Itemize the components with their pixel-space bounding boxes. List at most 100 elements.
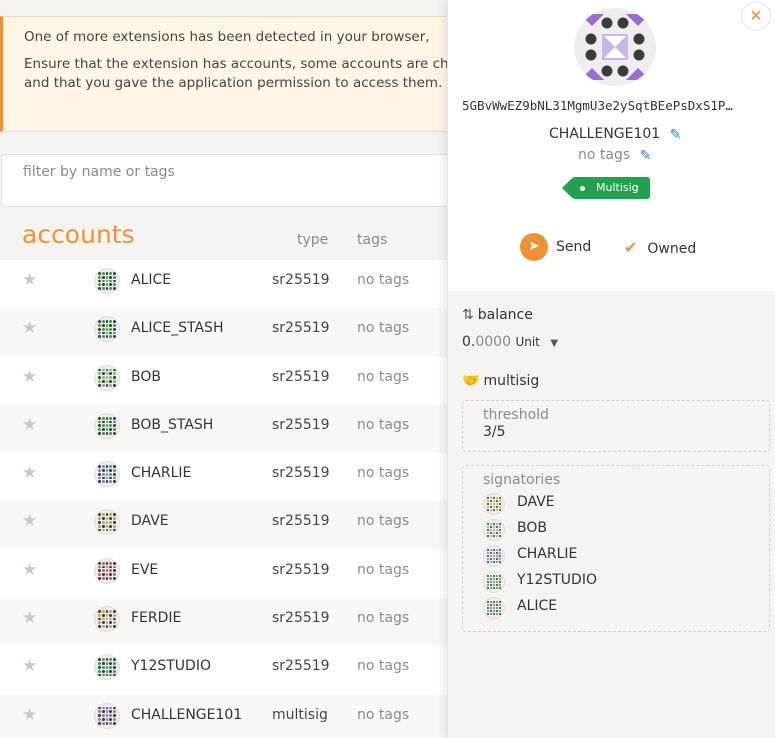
- account-identicon[interactable]: [94, 412, 120, 439]
- multisig-tag-label: Multisig: [596, 181, 639, 194]
- signatory-name: ALICE: [517, 598, 558, 614]
- account-name[interactable]: EVE: [131, 562, 158, 578]
- edit-icon[interactable]: ✎: [640, 148, 655, 164]
- account-name[interactable]: DAVE: [131, 513, 169, 529]
- banner-line1: One of more extensions has been detected…: [24, 29, 430, 45]
- table-row[interactable]: ★ CHALLENGE101 multisig no tags: [0, 694, 460, 738]
- star-icon[interactable]: ★: [22, 465, 38, 482]
- signatory-item[interactable]: ALICE: [483, 595, 769, 621]
- signatory-item[interactable]: CHARLIE: [483, 543, 769, 569]
- table-header: accounts type tags: [0, 220, 460, 260]
- table-row[interactable]: ★ DAVE sr25519 no tags: [0, 501, 460, 550]
- account-name[interactable]: CHALLENGE101: [131, 707, 242, 723]
- account-name[interactable]: ALICE_STASH: [131, 320, 223, 336]
- send-button[interactable]: ➤ Send: [520, 233, 591, 261]
- account-type: sr25519: [272, 610, 330, 627]
- close-button[interactable]: ✕: [741, 1, 771, 31]
- signatory-identicon[interactable]: [483, 493, 505, 515]
- filter-input[interactable]: filter by name or tags: [1, 154, 460, 207]
- account-name[interactable]: CHARLIE: [131, 465, 191, 481]
- send-label: Send: [556, 239, 592, 255]
- star-icon[interactable]: ★: [22, 561, 38, 578]
- edit-icon[interactable]: ✎: [670, 127, 685, 143]
- table-row[interactable]: ★ EVE sr25519 no tags: [0, 549, 460, 599]
- table-row[interactable]: ★ FERDIE sr25519 no tags: [0, 598, 460, 647]
- account-identicon[interactable]: [94, 557, 120, 584]
- account-tags: no tags: [357, 706, 410, 723]
- account-tags: no tags: [357, 368, 410, 385]
- table-row[interactable]: ★ CHARLIE sr25519 no tags: [0, 453, 460, 502]
- caret-down-icon[interactable]: ▼: [550, 338, 558, 349]
- account-type: sr25519: [272, 272, 330, 288]
- star-icon[interactable]: ★: [22, 658, 38, 675]
- signatory-identicon[interactable]: [483, 571, 505, 593]
- accounts-table: accounts type tags ★ ALICE sr25519 no tags ★…: [0, 220, 460, 738]
- signatory-name: DAVE: [517, 494, 555, 510]
- account-type: sr25519: [272, 658, 330, 675]
- star-icon[interactable]: ★: [22, 706, 38, 723]
- star-icon[interactable]: ★: [22, 513, 38, 530]
- owned-toggle[interactable]: ✔ Owned: [624, 238, 696, 257]
- paper-plane-icon: ➤: [520, 233, 548, 261]
- filter-placeholder: filter by name or tags: [23, 164, 175, 180]
- sidebar-header: ✕ 5GBvWwEZ9bNL31MgmU3e2ySqtBEePsDxS1P… C…: [448, 0, 775, 291]
- sort-amount-icon: ⇅: [462, 307, 474, 323]
- account-identicon[interactable]: [94, 364, 120, 391]
- account-identicon[interactable]: [94, 268, 120, 294]
- account-identicon[interactable]: [94, 606, 120, 633]
- account-identicon[interactable]: [94, 654, 120, 681]
- account-name[interactable]: BOB: [131, 369, 161, 385]
- account-name[interactable]: ALICE: [131, 272, 171, 288]
- account-identicon[interactable]: [94, 509, 120, 536]
- signatory-item[interactable]: BOB: [483, 517, 769, 543]
- column-header-type: type: [297, 232, 329, 248]
- account-identicon[interactable]: [94, 316, 120, 343]
- account-name[interactable]: FERDIE: [131, 610, 181, 626]
- table-row[interactable]: ★ BOB_STASH sr25519 no tags: [0, 404, 460, 454]
- tag-dot-icon: [580, 186, 585, 191]
- signatory-item[interactable]: DAVE: [483, 491, 769, 517]
- multisig-header: 🤝 multisig: [462, 373, 539, 389]
- account-type: sr25519: [272, 368, 330, 385]
- account-identicon[interactable]: [574, 8, 656, 86]
- star-icon[interactable]: ★: [22, 416, 38, 433]
- table-row[interactable]: ★ ALICE sr25519 no tags: [0, 260, 460, 309]
- star-icon[interactable]: ★: [22, 320, 38, 337]
- handshake-icon: 🤝: [462, 373, 480, 389]
- owned-label: Owned: [647, 241, 697, 257]
- signatory-identicon[interactable]: [483, 519, 505, 541]
- account-type: sr25519: [272, 465, 330, 482]
- threshold-box: threshold 3/5: [462, 400, 770, 452]
- balance-header-label: balance: [477, 307, 533, 323]
- account-identicon[interactable]: [94, 461, 120, 488]
- account-tags: no tags: [357, 658, 410, 675]
- accounts-title: accounts: [22, 220, 135, 249]
- account-type: sr25519: [272, 416, 330, 433]
- table-row[interactable]: ★ Y12STUDIO sr25519 no tags: [0, 646, 460, 695]
- signatory-identicon[interactable]: [483, 545, 505, 567]
- account-address[interactable]: 5GBvWwEZ9bNL31MgmU3e2ySqtBEePsDxS1P…: [462, 98, 772, 113]
- account-type: sr25519: [272, 320, 330, 337]
- star-icon[interactable]: ★: [22, 610, 38, 627]
- table-row[interactable]: ★ ALICE_STASH sr25519 no tags: [0, 308, 460, 357]
- star-icon[interactable]: ★: [22, 272, 38, 289]
- close-icon: ✕: [749, 6, 763, 25]
- signatory-name: BOB: [517, 520, 547, 536]
- balance-unit: Unit: [515, 335, 540, 349]
- extension-warning-banner: One of more extensions has been detected…: [0, 16, 460, 132]
- banner-line2: Ensure that the extension has accounts, …: [24, 56, 460, 91]
- signatory-item[interactable]: Y12STUDIO: [483, 569, 769, 595]
- account-tags: no tags: [357, 513, 410, 530]
- signatory-identicon[interactable]: [483, 597, 505, 619]
- account-name[interactable]: BOB_STASH: [131, 417, 213, 433]
- balance-header: ⇅ balance: [462, 307, 533, 323]
- balance-value[interactable]: 0.0000 Unit ▼: [462, 334, 558, 350]
- account-tags: no tags: [357, 465, 410, 482]
- account-name: CHALLENGE101: [549, 126, 661, 142]
- account-identicon[interactable]: [94, 702, 120, 729]
- account-tags: no tags: [357, 320, 410, 337]
- star-icon[interactable]: ★: [22, 368, 38, 385]
- account-type: sr25519: [272, 561, 330, 578]
- account-name[interactable]: Y12STUDIO: [131, 658, 211, 674]
- table-row[interactable]: ★ BOB sr25519 no tags: [0, 356, 460, 405]
